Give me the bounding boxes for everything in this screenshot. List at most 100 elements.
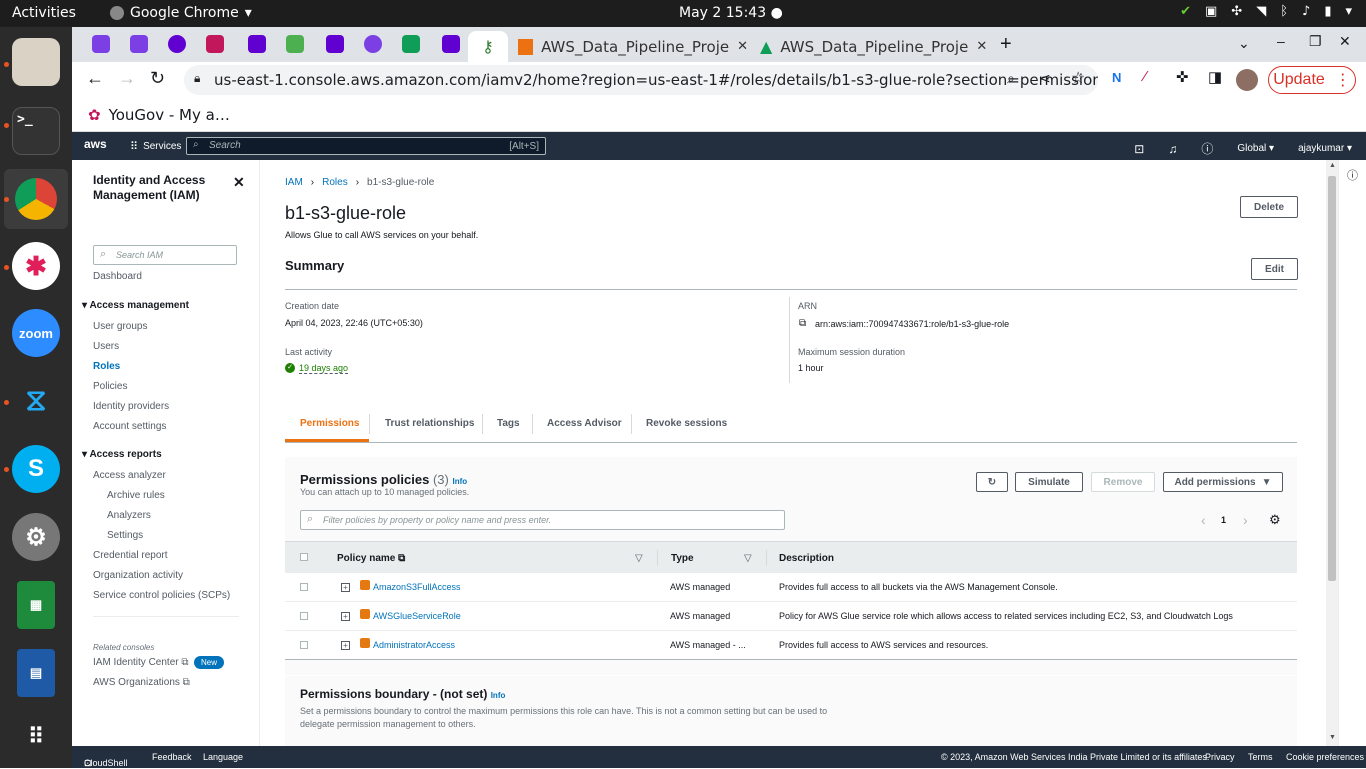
cookie-preferences-link[interactable]: Cookie preferences (1286, 752, 1364, 762)
row-checkbox[interactable] (300, 641, 308, 649)
sidebar-item-analyzers[interactable]: Analyzers (107, 510, 151, 521)
tab-access-advisor[interactable]: Access Advisor (547, 418, 622, 429)
calc-icon[interactable]: ▦ (17, 581, 55, 629)
column-policy-name[interactable]: Policy name ⧉ (337, 553, 405, 564)
sidebar-item-users[interactable]: Users (93, 341, 119, 352)
terminal-icon[interactable]: >_ (12, 107, 60, 155)
side-panel-icon[interactable]: ◨ (1208, 68, 1222, 86)
clock[interactable]: May 2 15:43 ● (679, 5, 783, 21)
sidebar-item-identity-center[interactable]: IAM Identity Center ⧉ (93, 657, 189, 668)
tab-data-pipeline-2[interactable]: ▲ AWS_Data_Pipeline_Proje ✕ (760, 31, 990, 62)
next-page-icon[interactable]: › (1243, 512, 1248, 528)
sidebar-item-account-settings[interactable]: Account settings (93, 421, 166, 432)
pinned-tab-icon[interactable] (92, 35, 110, 53)
delete-button[interactable]: Delete (1240, 196, 1298, 218)
sidebar-item-user-groups[interactable]: User groups (93, 321, 147, 332)
system-tray[interactable]: ✔ ▣ ✣ ◥ ᛒ ♪ ▮ ▾ (1180, 4, 1352, 19)
update-button[interactable]: Update ⋮ (1268, 66, 1356, 94)
profile-avatar[interactable] (1236, 69, 1258, 91)
close-icon[interactable]: ✕ (233, 174, 245, 191)
table-row[interactable]: + AdministratorAccess AWS managed - ... … (285, 631, 1297, 660)
tab-tags[interactable]: Tags (497, 418, 520, 429)
sidebar-item-organizations[interactable]: AWS Organizations ⧉ (93, 677, 190, 688)
breadcrumb-roles[interactable]: Roles (322, 177, 348, 188)
row-checkbox[interactable] (300, 612, 308, 620)
minimize-icon[interactable]: – (1277, 33, 1285, 49)
settings-app-icon[interactable]: ⚙ (12, 513, 60, 561)
tab-data-pipeline-1[interactable]: AWS_Data_Pipeline_Proje ✕ (518, 31, 748, 62)
edit-button[interactable]: Edit (1251, 258, 1298, 280)
services-menu[interactable]: ⠿ Services (130, 140, 181, 153)
skype-icon[interactable]: S (12, 445, 60, 493)
cloudshell-icon[interactable]: ⊡ (1134, 142, 1144, 156)
forward-icon[interactable]: → (118, 68, 136, 89)
scroll-down-icon[interactable]: ▼ (1329, 734, 1336, 741)
policy-name-link[interactable]: AmazonS3FullAccess (373, 582, 461, 592)
refresh-button[interactable]: ↻ (976, 472, 1008, 492)
bookmark-yougov[interactable]: YouGov - My a… (109, 106, 230, 124)
sidebar-item-archive-rules[interactable]: Archive rules (107, 490, 165, 501)
last-activity-value[interactable]: 19 days ago (299, 363, 349, 374)
tab-revoke-sessions[interactable]: Revoke sessions (646, 418, 727, 429)
sort-down-icon[interactable]: ▽ (635, 553, 643, 564)
sidebar-section-access-management[interactable]: ▾ Access management (82, 300, 189, 311)
zoom-icon[interactable]: ⌕ (1007, 70, 1015, 87)
sidebar-item-roles[interactable]: Roles (93, 361, 120, 372)
info-link[interactable]: Info (452, 477, 467, 486)
expand-icon[interactable]: + (341, 612, 350, 621)
sidebar-item-dashboard[interactable]: Dashboard (93, 271, 142, 282)
reload-icon[interactable]: ↻ (150, 68, 165, 89)
tab-iam-active[interactable]: ⚷ (468, 31, 508, 62)
filter-policies-input[interactable]: ⌕ Filter policies by property or policy … (300, 510, 785, 530)
pinned-tab-icon[interactable] (286, 35, 304, 53)
tab-trust-relationships[interactable]: Trust relationships (385, 418, 474, 429)
table-row[interactable]: + AmazonS3FullAccess AWS managed Provide… (285, 573, 1297, 602)
tab-permissions[interactable]: Permissions (300, 418, 359, 429)
bookmark-star-icon[interactable]: ☆ (1071, 68, 1085, 88)
copy-icon[interactable]: ⧉ (799, 318, 806, 329)
sidebar-item-settings[interactable]: Settings (107, 530, 143, 541)
new-tab-button[interactable]: + (1000, 33, 1012, 56)
extension-n-icon[interactable]: N (1112, 70, 1121, 85)
sidebar-item-organization-activity[interactable]: Organization activity (93, 570, 183, 581)
prev-page-icon[interactable]: ‹ (1201, 512, 1206, 528)
info-panel-icon[interactable]: ⓘ (1347, 167, 1358, 183)
policy-name-link[interactable]: AWSGlueServiceRole (373, 611, 461, 621)
pinned-tab-icon[interactable] (402, 35, 420, 53)
sidebar-item-access-analyzer[interactable]: Access analyzer (93, 470, 166, 481)
slack-icon[interactable]: ✱ (12, 242, 60, 290)
scroll-up-icon[interactable]: ▲ (1329, 162, 1336, 169)
vscode-icon[interactable]: ⧖ (12, 377, 60, 425)
app-menu[interactable]: Google Chrome ▾ (110, 5, 252, 21)
pinned-tab-icon[interactable] (364, 35, 382, 53)
activities-button[interactable]: Activities (12, 5, 76, 21)
scroll-thumb[interactable] (1328, 176, 1336, 581)
table-row[interactable]: + AWSGlueServiceRole AWS managed Policy … (285, 602, 1297, 631)
select-all-checkbox[interactable] (300, 553, 308, 561)
feedback-link[interactable]: Feedback (152, 752, 192, 762)
sidebar-item-identity-providers[interactable]: Identity providers (93, 401, 169, 412)
content-scrollbar[interactable]: ▲ ▼ (1326, 160, 1338, 746)
privacy-link[interactable]: Privacy (1205, 752, 1235, 762)
pinned-tab-icon[interactable] (206, 35, 224, 53)
sidebar-item-credential-report[interactable]: Credential report (93, 550, 167, 561)
help-icon[interactable]: ⓘ (1201, 140, 1213, 157)
tab-close-icon[interactable]: ✕ (976, 39, 987, 54)
chrome-dock-highlight[interactable] (4, 169, 68, 229)
share-icon[interactable]: ⋖ (1039, 70, 1051, 87)
maximize-icon[interactable]: ❐ (1309, 33, 1322, 50)
pinned-tab-icon[interactable] (248, 35, 266, 53)
expand-icon[interactable]: + (341, 641, 350, 650)
address-bar[interactable]: 🔒︎ us-east-1.console.aws.amazon.com/iamv… (184, 65, 1098, 95)
region-selector[interactable]: Global ▾ (1237, 143, 1274, 154)
notifications-bell-icon[interactable]: ♫ (1168, 142, 1177, 156)
table-settings-gear-icon[interactable]: ⚙ (1269, 512, 1281, 528)
add-permissions-button[interactable]: Add permissions ▼ (1163, 472, 1283, 492)
expand-icon[interactable]: + (341, 583, 350, 592)
extensions-puzzle-icon[interactable]: ✜ (1176, 68, 1189, 86)
aws-logo[interactable]: aws (84, 137, 107, 151)
language-link[interactable]: Language (203, 752, 243, 762)
back-icon[interactable]: ← (86, 68, 104, 89)
sort-down-icon[interactable]: ▽ (744, 553, 752, 564)
terms-link[interactable]: Terms (1248, 752, 1273, 762)
